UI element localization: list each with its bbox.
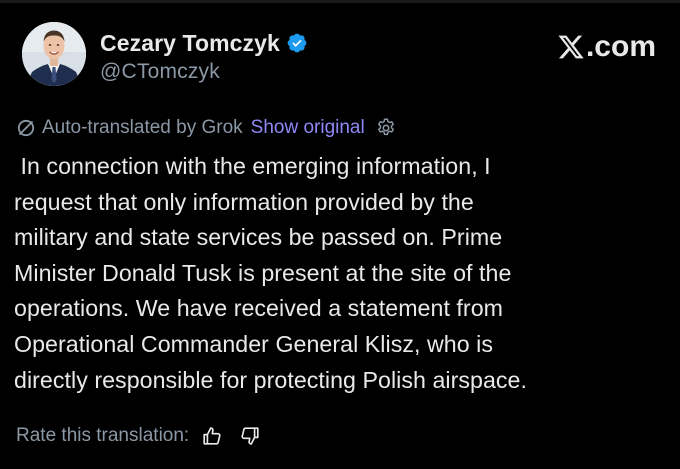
author-display-name[interactable]: Cezary Tomczyk [100, 30, 280, 57]
site-brand[interactable]: .com [557, 30, 656, 64]
verified-badge-icon [286, 32, 308, 54]
site-domain: .com [585, 30, 656, 63]
author-block: Cezary Tomczyk @CTomczyk [100, 28, 308, 84]
grok-slash-icon [16, 118, 36, 138]
translation-bar: Auto-translated by Grok Show original [16, 116, 397, 140]
thumbs-down-icon[interactable] [239, 425, 261, 447]
show-original-link[interactable]: Show original [251, 117, 365, 139]
post-text: In connection with the emerging informat… [14, 153, 527, 393]
rate-translation-bar: Rate this translation: [16, 422, 261, 450]
person-portrait-icon [22, 22, 86, 86]
author-handle[interactable]: @CTomczyk [100, 60, 308, 84]
name-row: Cezary Tomczyk [100, 28, 308, 58]
translation-notice: Auto-translated by Grok [42, 117, 243, 138]
thumbs-up-icon[interactable] [201, 425, 223, 447]
avatar[interactable] [22, 22, 86, 86]
rate-translation-label: Rate this translation: [16, 425, 190, 446]
post-header: Cezary Tomczyk @CTomczyk .com [18, 18, 662, 98]
x-logo-icon [557, 33, 585, 61]
settings-gear-icon[interactable] [375, 117, 397, 139]
post-card: Cezary Tomczyk @CTomczyk .com Auto-trans… [0, 0, 680, 469]
